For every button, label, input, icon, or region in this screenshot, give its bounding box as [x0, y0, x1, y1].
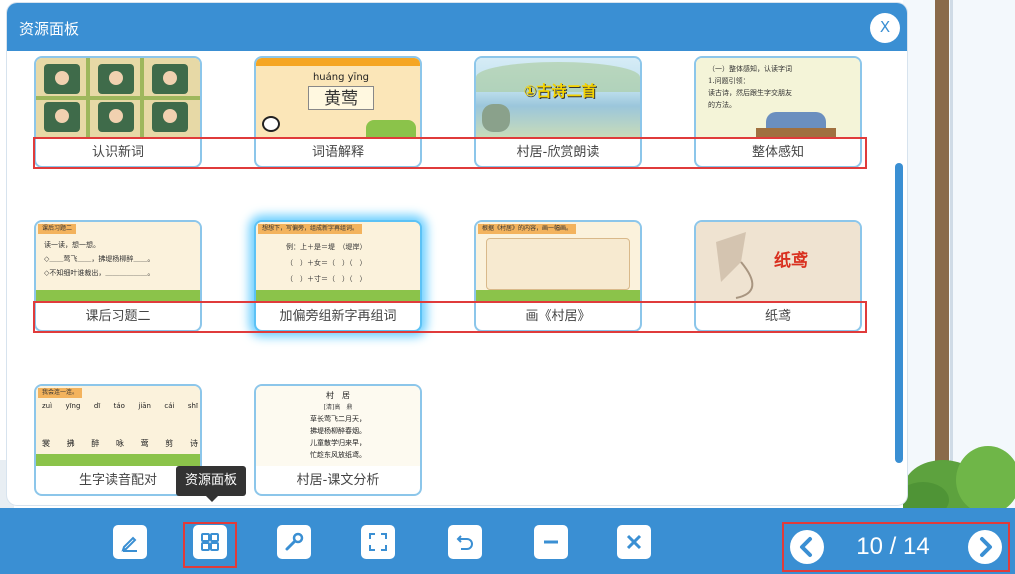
thumb-title: ①古诗二首 — [523, 82, 597, 100]
rocks-decoration — [482, 104, 510, 132]
tools-icon — [285, 532, 304, 551]
card-thumbnail-pinyin-match: 我会连一连。 zuì yīng dī táo jiān cái shī 裳 拂 … — [36, 386, 200, 466]
thumb-header: 我会连一连。 — [38, 388, 83, 398]
page-navigator: 10 / 14 — [780, 508, 1010, 574]
prev-page-button[interactable] — [790, 530, 824, 564]
hanzi-item: 咏 — [115, 439, 124, 448]
card-thumbnail-exercise: 课后习题二 读一读，想一想。 ◇＿＿莺飞＿＿，拂堤杨柳醉＿＿。 ◇不知细叶谁裁出… — [36, 222, 200, 302]
pinyin-item: cái — [164, 402, 175, 410]
card-thumbnail-poem: 村 居 [清]高 鼎 草长莺飞二月天， 拂堤杨柳醉春烟。 儿童散学归来早， 忙趁… — [256, 386, 420, 466]
flowers-decoration — [366, 120, 416, 138]
scroll-illustration — [486, 238, 630, 290]
pinyin-item: zuì — [42, 402, 53, 410]
hanzi-row: 裳 拂 醉 咏 莺 剪 诗 — [42, 438, 198, 449]
card-thumbnail-radical: 想想下，写偏旁，组成新字再组词。 例：上＋是＝堤 （堤岸） （ ）＋女＝（ ）（… — [256, 222, 420, 302]
panel-close-button[interactable]: X — [870, 13, 900, 43]
chevron-left-icon — [800, 537, 812, 557]
scrollbar-thumb[interactable] — [895, 163, 903, 463]
background-pillar-edge — [950, 0, 953, 470]
undo-icon — [456, 535, 473, 550]
pen-button[interactable] — [113, 525, 147, 559]
thumb-line: （ ）＋女＝（ ）（ ） — [286, 259, 367, 267]
fullscreen-icon — [369, 533, 387, 551]
thumb-line: 的方法。 — [708, 101, 736, 109]
minimize-icon — [544, 540, 558, 544]
thumb-header: 想想下，写偏旁，组成新字再组词。 — [258, 224, 363, 234]
tooltip: 资源面板 — [176, 466, 246, 502]
thumb-title: 纸鸢 — [774, 251, 808, 271]
label-row-highlight-1 — [33, 137, 867, 169]
chevron-right-icon — [980, 537, 992, 557]
grass-decoration — [36, 454, 200, 466]
card-thumbnail-classroom: （一）整体感知，认读字词 1.问题引领： 读古诗，然后跟生字交朋友 的方法。 — [696, 58, 860, 138]
card-thumbnail-huangying: huáng yīng 黄莺 — [256, 58, 420, 138]
thumb-header: 课后习题二 — [38, 224, 77, 234]
resource-panel-button[interactable] — [193, 525, 227, 559]
thumb-line: 1.问题引领： — [708, 77, 750, 85]
thumb-line: （一）整体感知，认读字词 — [708, 65, 792, 73]
resource-card-10[interactable]: 村 居 [清]高 鼎 草长莺飞二月天， 拂堤杨柳醉春烟。 儿童散学归来早， 忙趁… — [254, 384, 422, 496]
grid-icon — [201, 533, 219, 551]
pinyin-row: zuì yīng dī táo jiān cái shī — [42, 402, 198, 410]
hanzi-item: 拂 — [66, 439, 75, 448]
close-icon — [626, 534, 642, 550]
tools-button[interactable] — [277, 525, 311, 559]
pen-icon — [121, 536, 137, 552]
card-thumbnail-kite: 纸鸢 — [696, 222, 860, 302]
poem-author: [清]高 鼎 — [323, 404, 353, 411]
thumb-line: （ ）＋寸＝（ ）（ ） — [286, 275, 367, 283]
background-pillar — [935, 0, 949, 470]
panel-header: 资源面板 X — [7, 3, 907, 51]
panel-scrollbar[interactable] — [895, 53, 903, 503]
poem-line: 草长莺飞二月天， — [310, 415, 366, 423]
resource-panel: 资源面板 X 认识新词 huáng yīng 黄莺 词语解释 ①古诗二首 村居-… — [7, 3, 907, 505]
thumb-pinyin: huáng yīng — [312, 72, 370, 83]
poem-line: 忙趁东风放纸鸢。 — [310, 451, 366, 459]
background-bushes — [903, 446, 1015, 508]
thumb-line: ◇不知细叶谁裁出，＿＿＿＿＿＿。 — [44, 269, 155, 277]
minimize-button[interactable] — [534, 525, 568, 559]
hanzi-item: 裳 — [42, 439, 50, 448]
bottom-toolbar: 10 / 14 — [0, 508, 1015, 574]
pinyin-item: jiān — [138, 402, 151, 410]
hanzi-item: 醉 — [91, 439, 100, 448]
thumb-line: 读一读，想一想。 — [44, 241, 100, 249]
panel-title: 资源面板 — [19, 20, 80, 38]
exit-button[interactable] — [617, 525, 651, 559]
poem-line: 儿童散学归来早， — [310, 439, 366, 447]
next-page-button[interactable] — [968, 530, 1002, 564]
label-row-highlight-2 — [33, 301, 867, 333]
card-thumbnail-drawing: 根据《村居》的内容，画一幅画。 — [476, 222, 640, 302]
hanzi-item: 剪 — [165, 439, 174, 448]
pinyin-item: dī — [93, 402, 101, 410]
hanzi-item: 诗 — [189, 439, 198, 448]
thumb-hanzi: 黄莺 — [308, 86, 374, 110]
thumb-line: 读古诗，然后跟生字交朋友 — [708, 89, 792, 97]
pinyin-item: yīng — [65, 402, 81, 410]
poem-title: 村 居 — [326, 391, 350, 400]
undo-button[interactable] — [448, 525, 482, 559]
panda-icon — [262, 116, 280, 132]
card-label: 村居-课文分析 — [296, 473, 380, 488]
pinyin-item: shī — [187, 402, 198, 410]
card-thumbnail-landscape: ①古诗二首 — [476, 58, 640, 138]
poem-line: 拂堤杨柳醉春烟。 — [310, 427, 366, 435]
thumb-line: 例：上＋是＝堤 （堤岸） — [286, 243, 367, 251]
thumb-line: ◇＿＿莺飞＿＿，拂堤杨柳醉＿＿。 — [44, 255, 155, 263]
hanzi-item: 莺 — [140, 439, 149, 448]
card-thumbnail-characters — [36, 58, 200, 138]
pinyin-item: táo — [113, 402, 125, 410]
fullscreen-button[interactable] — [361, 525, 395, 559]
page-indicator: 10 / 14 — [856, 533, 930, 560]
thumb-header: 根据《村居》的内容，画一幅画。 — [478, 224, 577, 234]
